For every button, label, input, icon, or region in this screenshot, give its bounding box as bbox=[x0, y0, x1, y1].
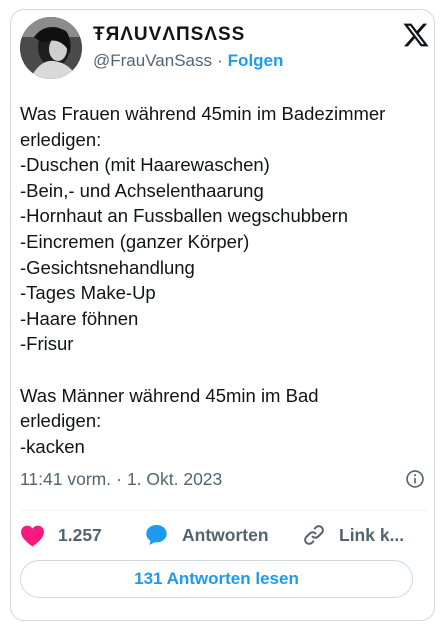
like-count: 1.257 bbox=[58, 524, 102, 545]
tweet-text: Was Frauen während 45min im Badezimmer e… bbox=[20, 101, 415, 459]
tweet-text-line: -Bein,- und Achselenthaarung bbox=[20, 179, 264, 201]
tweet-text-line: erledigen: bbox=[20, 410, 102, 432]
read-replies-button[interactable]: 131 Antworten lesen bbox=[20, 560, 413, 598]
tweet-text-line: Was Frauen während 45min im Badezimmer bbox=[20, 103, 386, 124]
actions-divider bbox=[20, 510, 427, 511]
x-logo-icon[interactable] bbox=[402, 21, 430, 49]
avatar[interactable] bbox=[20, 17, 82, 79]
tweet-timestamp[interactable]: 11:41 vorm. · 1. Okt. 2023 bbox=[20, 469, 222, 490]
author-handle-row: @FrauVanSass · Folgen bbox=[93, 51, 283, 71]
tweet-time: 11:41 vorm. bbox=[20, 469, 112, 489]
reply-label: Antworten bbox=[182, 524, 269, 545]
tweet-text-line: -Duschen (mit Haarewaschen) bbox=[20, 154, 270, 176]
tweet-text-line: -Tages Make-Up bbox=[20, 282, 156, 304]
tweet-text-line: -Gesichtsnehandlung bbox=[20, 256, 195, 278]
info-icon[interactable] bbox=[405, 469, 425, 489]
tweet-text-line: -Frisur bbox=[20, 333, 74, 355]
speech-bubble-icon bbox=[146, 525, 167, 545]
tweet-text-line: -Hornhaut an Fussballen wegschubbern bbox=[20, 205, 349, 227]
author-handle[interactable]: @FrauVanSass bbox=[93, 51, 212, 70]
follow-button[interactable]: Folgen bbox=[228, 51, 284, 70]
copy-link-label: Link k... bbox=[339, 524, 405, 545]
heart-icon bbox=[21, 525, 44, 547]
tweet-text-line: erledigen: bbox=[20, 128, 102, 150]
tweet-date: 1. Okt. 2023 bbox=[126, 469, 223, 489]
tweet-text-line: -Eincremen (ganzer Körper) bbox=[20, 230, 250, 252]
handle-separator: · bbox=[217, 51, 223, 70]
author-display-name[interactable]: ŦЯΛUVΛПSΛSS bbox=[93, 24, 245, 46]
tweet-text-line: Was Männer während 45min im Bad bbox=[20, 384, 319, 406]
like-button[interactable]: 1.257 bbox=[20, 520, 102, 550]
tweet-text-line: -kacken bbox=[20, 435, 85, 457]
tweet-actions: 1.257 Antworten Link k... bbox=[20, 520, 415, 552]
timestamp-separator: · bbox=[116, 469, 122, 489]
link-icon bbox=[304, 525, 324, 545]
copy-link-button[interactable]: Link k... bbox=[302, 520, 404, 550]
tweet-text-line: -Haare föhnen bbox=[20, 307, 139, 329]
reply-button[interactable]: Antworten bbox=[144, 520, 269, 550]
